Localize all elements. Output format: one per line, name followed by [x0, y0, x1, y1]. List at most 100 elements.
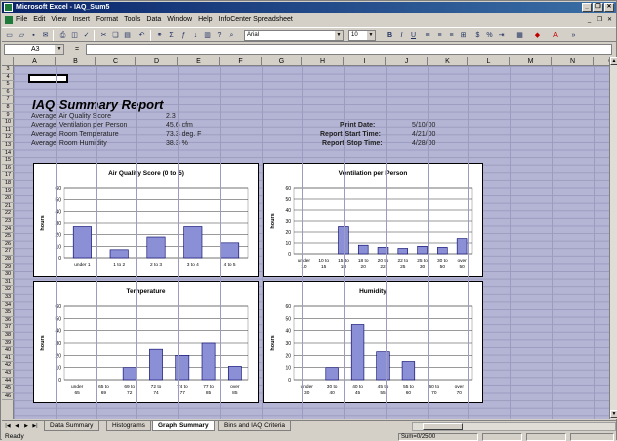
row-header-46[interactable]: 46	[2, 393, 14, 401]
menu-data[interactable]: Data	[146, 14, 161, 26]
print-preview-icon[interactable]: ◫	[69, 30, 80, 41]
paste-icon[interactable]: ▤	[122, 30, 133, 41]
help-icon[interactable]: ?	[214, 30, 225, 41]
column-header-l[interactable]: L	[468, 57, 510, 66]
ventilation-chart[interactable]: Ventilation per Person 0 10 20 30 40 50 60 hours…	[263, 163, 483, 277]
menu-file[interactable]: File	[16, 14, 27, 26]
column-header-b[interactable]: B	[56, 57, 96, 66]
align-right-icon[interactable]: ≡	[446, 30, 457, 41]
column-header-e[interactable]: E	[178, 57, 220, 66]
currency-icon[interactable]: $	[472, 30, 483, 41]
copy-icon[interactable]: ❏	[110, 30, 121, 41]
align-center-icon[interactable]: ≡	[434, 30, 445, 41]
row-header-15[interactable]: 15	[2, 157, 14, 165]
column-header-j[interactable]: J	[386, 57, 428, 66]
hyperlink-icon[interactable]: ⚭	[154, 30, 165, 41]
spelling-icon[interactable]: ✓	[81, 30, 92, 41]
last-sheet-icon[interactable]: ▶|	[31, 422, 39, 431]
row-header-38[interactable]: 38	[2, 332, 14, 340]
workbook-icon[interactable]	[5, 16, 13, 24]
menu-format[interactable]: Format	[96, 14, 118, 26]
row-header-45[interactable]: 45	[2, 385, 14, 393]
doc-minimize-button[interactable]: _	[585, 16, 594, 24]
row-header-37[interactable]: 37	[2, 324, 14, 332]
row-header-22[interactable]: 22	[2, 210, 14, 218]
new-icon[interactable]: ▭	[4, 30, 15, 41]
row-header-14[interactable]: 14	[2, 150, 14, 158]
undo-icon[interactable]: ↶	[136, 30, 147, 41]
save-icon[interactable]: ▪	[28, 30, 39, 41]
scroll-up-icon[interactable]: ▲	[610, 57, 617, 65]
row-header-20[interactable]: 20	[2, 195, 14, 203]
chevron-down-icon[interactable]: ▼	[367, 31, 375, 40]
column-header-h[interactable]: H	[302, 57, 344, 66]
doc-close-button[interactable]: ✕	[605, 16, 614, 24]
mail-icon[interactable]: ✉	[40, 30, 51, 41]
row-header-24[interactable]: 24	[2, 226, 14, 234]
bold-icon[interactable]: B	[384, 30, 395, 41]
restore-button[interactable]: ❐	[593, 3, 603, 12]
italic-icon[interactable]: I	[396, 30, 407, 41]
function-icon[interactable]: ƒ	[178, 30, 189, 41]
humidity-chart[interactable]: Humidity 0 10 20 30 40 50 60 hours under 30 30 to 40…	[263, 281, 483, 403]
excel-app-icon[interactable]	[4, 3, 13, 12]
select-all-corner[interactable]	[2, 57, 14, 66]
font-name-select[interactable]: Arial ▼	[244, 30, 344, 41]
menu-view[interactable]: View	[51, 14, 66, 26]
chevron-down-icon[interactable]: ▼	[55, 45, 63, 54]
autosum-icon[interactable]: Σ	[166, 30, 177, 41]
column-header-k[interactable]: K	[428, 57, 468, 66]
column-header-a[interactable]: A	[14, 57, 56, 66]
row-header-36[interactable]: 36	[2, 317, 14, 325]
chevron-down-icon[interactable]: ▼	[335, 31, 343, 40]
chart-wizard-icon[interactable]: ▥	[202, 30, 213, 41]
merge-center-icon[interactable]: ⊞	[458, 30, 469, 41]
row-header-11[interactable]: 11	[2, 127, 14, 135]
row-header-17[interactable]: 17	[2, 172, 14, 180]
column-header-i[interactable]: I	[344, 57, 386, 66]
minimize-button[interactable]: _	[582, 3, 592, 12]
row-header-19[interactable]: 19	[2, 188, 14, 196]
cell-area[interactable]: IAQ Summary Report Average Air Quality S…	[14, 66, 609, 419]
menu-edit[interactable]: Edit	[33, 14, 45, 26]
scroll-down-icon[interactable]: ▼	[610, 410, 617, 418]
row-header-29[interactable]: 29	[2, 264, 14, 272]
row-header-40[interactable]: 40	[2, 347, 14, 355]
row-header-10[interactable]: 10	[2, 119, 14, 127]
row-header-27[interactable]: 27	[2, 248, 14, 256]
horizontal-scrollbar[interactable]	[412, 422, 616, 431]
indent-icon[interactable]: ⇥	[496, 30, 507, 41]
row-header-34[interactable]: 34	[2, 302, 14, 310]
underline-icon[interactable]: U	[408, 30, 419, 41]
menu-window[interactable]: Window	[167, 14, 192, 26]
prev-sheet-icon[interactable]: ◀	[13, 422, 21, 431]
row-header-44[interactable]: 44	[2, 378, 14, 386]
column-header-n[interactable]: N	[552, 57, 594, 66]
cut-icon[interactable]: ✂	[98, 30, 109, 41]
row-header-28[interactable]: 28	[2, 256, 14, 264]
horizontal-scroll-thumb[interactable]	[423, 423, 463, 430]
row-header-32[interactable]: 32	[2, 286, 14, 294]
vertical-scrollbar[interactable]: ▲ ▼	[609, 57, 617, 419]
row-header-7[interactable]: 7	[2, 96, 14, 104]
column-header-o[interactable]: O	[594, 57, 609, 66]
row-header-39[interactable]: 39	[2, 340, 14, 348]
tab-histograms[interactable]: Histograms	[106, 421, 151, 431]
row-header-25[interactable]: 25	[2, 233, 14, 241]
column-header-m[interactable]: M	[510, 57, 552, 66]
row-header-42[interactable]: 42	[2, 362, 14, 370]
column-header-g[interactable]: G	[262, 57, 302, 66]
menu-tools[interactable]: Tools	[124, 14, 140, 26]
row-header-43[interactable]: 43	[2, 370, 14, 378]
row-header-6[interactable]: 6	[2, 89, 14, 97]
row-header-12[interactable]: 12	[2, 134, 14, 142]
close-button[interactable]: ✕	[604, 3, 614, 12]
tab-graph-summary[interactable]: Graph Summary	[152, 421, 215, 431]
selected-cell-a3[interactable]	[28, 74, 68, 83]
row-header-13[interactable]: 13	[2, 142, 14, 150]
align-left-icon[interactable]: ≡	[422, 30, 433, 41]
row-header-3[interactable]: 3	[2, 66, 14, 74]
font-color-icon[interactable]: A	[550, 30, 561, 41]
first-sheet-icon[interactable]: |◀	[4, 422, 12, 431]
menu-infocenter[interactable]: InfoCenter Spreadsheet	[219, 14, 293, 26]
